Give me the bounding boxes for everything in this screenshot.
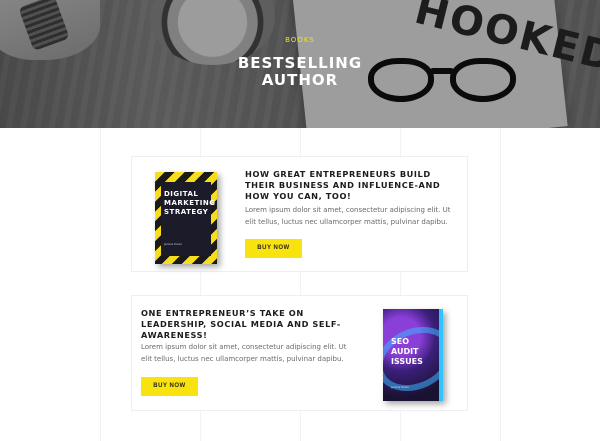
book-cover-author-1: Janine Doen: [164, 242, 183, 246]
buy-now-button-1[interactable]: BUY NOW: [245, 239, 302, 258]
page-title-line-1: BESTSELLING: [237, 54, 363, 72]
book-cover-title-2: SEO AUDIT ISSUES: [391, 337, 423, 366]
book-cover-image-1[interactable]: DIGITAL MARKETING STRATEGY Janine Doen: [155, 172, 217, 264]
book-card-1: DIGITAL MARKETING STRATEGY Janine Doen H…: [131, 156, 468, 272]
book-cover-image-2[interactable]: SEO AUDIT ISSUES Janine Doen: [383, 309, 443, 401]
book-description-1: Lorem ipsum dolor sit amet, consectetur …: [245, 206, 451, 226]
hero-text: BOOKS BESTSELLING AUTHOR: [0, 0, 600, 128]
book-cover-title-1: DIGITAL MARKETING STRATEGY: [164, 190, 216, 216]
book-title-2: ONE ENTREPRENEUR’S TAKE ON LEADERSHIP, S…: [141, 308, 341, 340]
hero-kicker: BOOKS: [285, 36, 315, 44]
book-card-2: ONE ENTREPRENEUR’S TAKE ON LEADERSHIP, S…: [131, 295, 468, 411]
buy-now-button-2[interactable]: BUY NOW: [141, 377, 198, 396]
book-cover-author-2: Janine Doen: [391, 385, 410, 389]
hero-banner: HOOKED BOOKS BESTSELLING AUTHOR: [0, 0, 600, 128]
page-title-line-2: AUTHOR: [261, 71, 339, 89]
page-title: BESTSELLING AUTHOR: [0, 55, 600, 89]
book-title-1: HOW GREAT ENTREPRENEURS BUILD THEIR BUSI…: [245, 169, 441, 201]
book-description-2: Lorem ipsum dolor sit amet, consectetur …: [141, 343, 347, 363]
